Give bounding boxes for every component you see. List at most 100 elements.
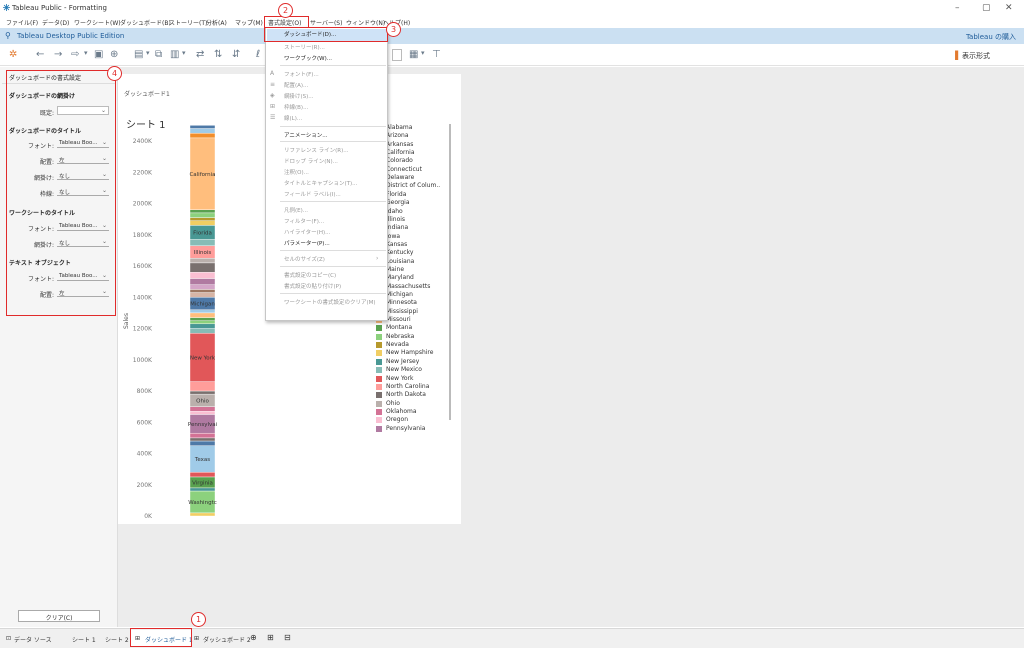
- legend-item[interactable]: Mississippi: [386, 308, 418, 315]
- new-worksheet-dropdown-icon[interactable]: ▾: [146, 49, 150, 57]
- bar-segment[interactable]: [189, 257, 216, 264]
- bar-segment[interactable]: [189, 220, 216, 226]
- labels-icon[interactable]: ▦: [409, 49, 418, 60]
- legend-item[interactable]: New York: [386, 375, 413, 382]
- legend-swatch[interactable]: [376, 342, 382, 349]
- tab-sheet-2[interactable]: シート 2: [105, 635, 129, 644]
- bar-segment[interactable]: [189, 309, 216, 314]
- tab-sheet-1[interactable]: シート 1: [72, 635, 96, 644]
- new-dashboard-tab-icon[interactable]: ⊞: [267, 633, 274, 642]
- legend-swatch[interactable]: [376, 325, 382, 332]
- buy-tableau-link[interactable]: Tableau の購入: [966, 32, 1016, 42]
- legend-swatch[interactable]: [376, 408, 382, 415]
- legend-item[interactable]: New Hampshire: [386, 349, 433, 356]
- labels-dropdown-icon[interactable]: ▾: [421, 49, 425, 57]
- menu-map[interactable]: マップ(M): [235, 18, 263, 27]
- format-menu-item[interactable]: アニメーション...: [284, 131, 328, 139]
- bar-segment[interactable]: [189, 487, 216, 492]
- legend-item[interactable]: Connecticut: [386, 166, 422, 173]
- legend-item[interactable]: Arkansas: [386, 141, 413, 148]
- legend-item[interactable]: Nevada: [386, 341, 409, 348]
- menu-analysis[interactable]: 分析(A): [206, 18, 227, 27]
- legend-swatch[interactable]: [376, 383, 382, 390]
- bar-segment[interactable]: [189, 472, 216, 478]
- bar-segment[interactable]: [189, 312, 216, 318]
- legend-item[interactable]: Kansas: [386, 241, 407, 248]
- bar-segment[interactable]: [189, 217, 216, 221]
- restore-button[interactable]: ▢: [982, 3, 991, 13]
- menu-file[interactable]: ファイル(F): [6, 18, 38, 27]
- sort-asc-icon[interactable]: ⇅: [214, 49, 222, 60]
- legend-item[interactable]: Indiana: [386, 224, 408, 231]
- highlight-icon[interactable]: ℓ: [256, 49, 260, 60]
- back-icon[interactable]: ←: [36, 49, 44, 60]
- bar-segment[interactable]: [189, 406, 216, 412]
- bar-segment[interactable]: [189, 262, 216, 273]
- bar-segment[interactable]: [189, 440, 216, 446]
- legend-item[interactable]: New Mexico: [386, 366, 422, 373]
- legend-item[interactable]: Montana: [386, 324, 412, 331]
- legend-item[interactable]: Iowa: [386, 233, 400, 240]
- legend-item[interactable]: Georgia: [386, 199, 410, 206]
- tab-dashboard-2[interactable]: ダッシュボード 2: [203, 635, 251, 644]
- legend-swatch[interactable]: [376, 333, 382, 340]
- bar-segment[interactable]: [189, 512, 216, 517]
- legend-scrollbar[interactable]: [449, 124, 451, 420]
- legend-item[interactable]: Colorado: [386, 157, 413, 164]
- clear-button[interactable]: クリア(C): [18, 610, 100, 622]
- save-icon[interactable]: ▣: [94, 49, 103, 60]
- legend-swatch[interactable]: [376, 417, 382, 424]
- legend-item[interactable]: North Dakota: [386, 391, 426, 398]
- minimize-button[interactable]: –: [955, 3, 960, 13]
- legend-item[interactable]: District of Colum..: [386, 182, 440, 189]
- bar-segment[interactable]: [189, 411, 216, 415]
- bar-segment[interactable]: [189, 381, 216, 392]
- legend-item[interactable]: Kentucky: [386, 249, 413, 256]
- bar-segment[interactable]: [189, 320, 216, 325]
- duplicate-icon[interactable]: ⧉: [155, 49, 162, 60]
- legend-swatch[interactable]: [376, 392, 382, 399]
- legend-swatch[interactable]: [376, 400, 382, 407]
- legend-item[interactable]: Alabama: [386, 124, 412, 131]
- menu-story[interactable]: ストーリー(T): [169, 18, 207, 27]
- format-menu-item[interactable]: ワークブック(W)...: [284, 54, 332, 62]
- bar-segment[interactable]: [189, 132, 216, 139]
- bar-segment[interactable]: [189, 289, 216, 293]
- legend-swatch[interactable]: [376, 350, 382, 357]
- presentation-icon[interactable]: ⊤: [432, 49, 441, 60]
- forward-icon[interactable]: →: [54, 49, 62, 60]
- new-story-tab-icon[interactable]: ⊟: [284, 633, 291, 642]
- bar-segment[interactable]: [189, 272, 216, 279]
- bar-segment[interactable]: [189, 390, 216, 395]
- clear-dropdown-icon[interactable]: ▾: [182, 49, 186, 57]
- new-datasource-icon[interactable]: ⊕: [110, 49, 118, 60]
- bar-segment[interactable]: [189, 284, 216, 290]
- menu-server[interactable]: サーバー(S): [310, 18, 342, 27]
- bar-segment[interactable]: [189, 317, 216, 321]
- new-worksheet-tab-icon[interactable]: ⊕: [250, 633, 257, 642]
- legend-item[interactable]: New Jersey: [386, 358, 419, 365]
- legend-item[interactable]: Minnesota: [386, 299, 417, 306]
- legend-item[interactable]: Nebraska: [386, 333, 414, 340]
- legend-swatch[interactable]: [376, 367, 382, 374]
- legend-swatch[interactable]: [376, 358, 382, 365]
- menu-worksheet[interactable]: ワークシート(W): [74, 18, 121, 27]
- legend-item[interactable]: Maine: [386, 266, 404, 273]
- new-worksheet-icon[interactable]: ▤: [134, 49, 143, 60]
- redo-dropdown-icon[interactable]: ▾: [84, 49, 88, 57]
- legend-swatch[interactable]: [376, 375, 382, 382]
- legend-item[interactable]: Massachusetts: [386, 283, 430, 290]
- format-menu-item[interactable]: パラメーター(P)...: [284, 239, 330, 247]
- bar-segment[interactable]: [189, 432, 216, 439]
- bar-segment[interactable]: [189, 209, 216, 214]
- legend-item[interactable]: Missouri: [386, 316, 411, 323]
- clear-sheet-icon[interactable]: ▥: [170, 49, 179, 60]
- bar-segment[interactable]: [189, 239, 216, 246]
- tableau-home-icon[interactable]: ✲: [9, 49, 17, 60]
- legend-item[interactable]: Louisiana: [386, 258, 414, 265]
- swap-icon[interactable]: ⇄: [196, 49, 204, 60]
- menu-window[interactable]: ウィンドウ(N): [346, 18, 385, 27]
- legend-item[interactable]: Maryland: [386, 274, 414, 281]
- show-me-button[interactable]: 表示形式: [962, 51, 990, 61]
- legend-item[interactable]: Illinois: [386, 216, 405, 223]
